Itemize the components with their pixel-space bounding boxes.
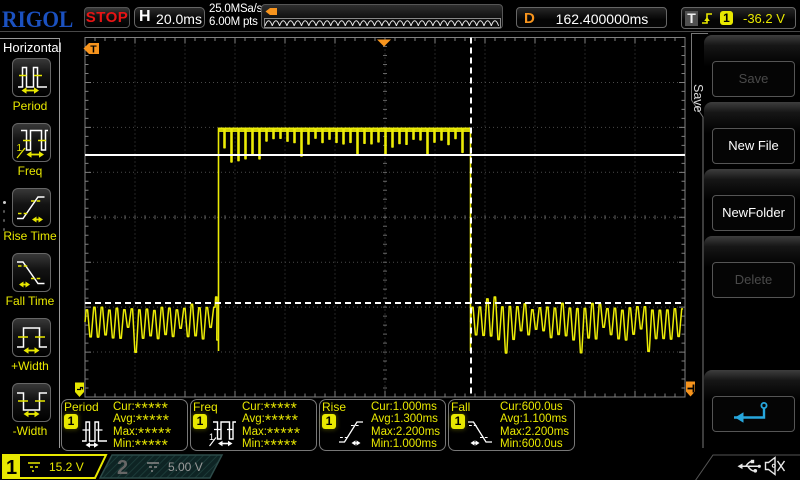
svg-text:T: T — [90, 44, 97, 56]
svg-text:1: 1 — [6, 457, 17, 479]
svg-text:5.00 V: 5.00 V — [168, 460, 203, 474]
svg-text:2: 2 — [117, 457, 128, 479]
svg-text:15.2 V: 15.2 V — [49, 460, 84, 474]
